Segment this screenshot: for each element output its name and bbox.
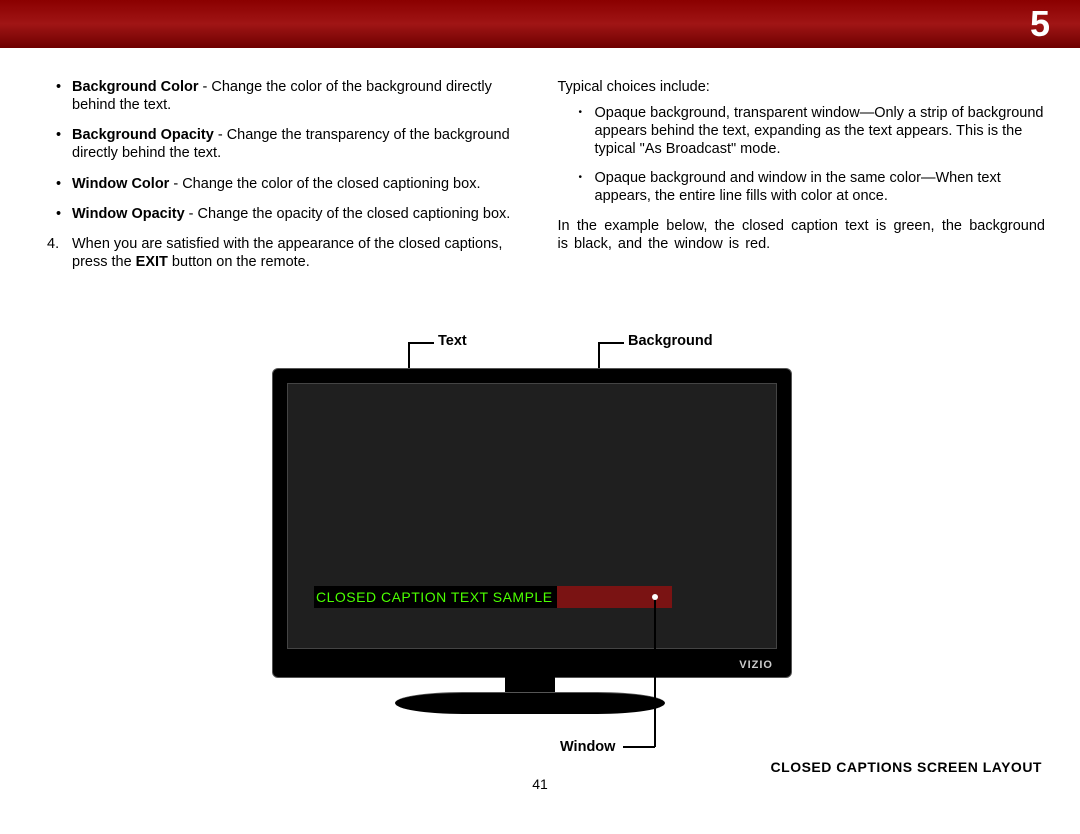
label-window: Window xyxy=(560,739,655,755)
chapter-number: 5 xyxy=(1030,3,1050,45)
typical-intro: Typical choices include: xyxy=(558,78,1046,96)
leader-bar-icon xyxy=(408,342,434,344)
exit-button-label: EXIT xyxy=(136,254,168,270)
header-bar: 5 xyxy=(0,0,1080,48)
tv-stand-base xyxy=(395,692,665,714)
tv-frame: VIZIO xyxy=(272,368,792,678)
list-item: Window Color - Change the color of the c… xyxy=(72,175,523,193)
step-list: When you are satisfied with the appearan… xyxy=(35,235,523,271)
figure-caption: CLOSED CAPTIONS SCREEN LAYOUT xyxy=(771,759,1042,775)
label-text-value: Text xyxy=(438,333,467,349)
label-background-value: Background xyxy=(628,333,713,349)
leader-bar-icon xyxy=(598,342,624,344)
step-4: When you are satisfied with the appearan… xyxy=(72,235,523,271)
label-background: Background xyxy=(628,333,713,349)
list-item: Background Opacity - Change the transpar… xyxy=(72,126,523,162)
desc: - Change the opacity of the closed capti… xyxy=(185,206,511,222)
example-paragraph: In the example below, the closed caption… xyxy=(558,217,1046,253)
tv-brand-logo: VIZIO xyxy=(739,659,773,671)
list-item: Opaque background, transparent window—On… xyxy=(595,104,1046,158)
term: Background Opacity xyxy=(72,127,214,143)
list-item: Background Color - Change the color of t… xyxy=(72,78,523,114)
caption-sample-text: CLOSED CAPTION TEXT SAMPLE xyxy=(316,589,553,605)
choices-list: Opaque background, transparent window—On… xyxy=(558,104,1046,205)
step-text-suffix: button on the remote. xyxy=(168,254,310,270)
list-item: Opaque background and window in the same… xyxy=(595,169,1046,205)
label-window-value: Window xyxy=(560,739,615,755)
label-text: Text xyxy=(438,333,467,349)
left-column: Background Color - Change the color of t… xyxy=(35,78,523,271)
options-list: Background Color - Change the color of t… xyxy=(35,78,523,223)
term: Background Color xyxy=(72,79,198,95)
leader-bar-icon xyxy=(623,746,655,748)
leader-line-window xyxy=(654,597,656,747)
right-column: Typical choices include: Opaque backgrou… xyxy=(558,78,1046,271)
tv-screen xyxy=(287,383,777,649)
tv-illustration: Text Background VIZIO CLOSED CAPTION TEX… xyxy=(0,328,1080,798)
page-number: 41 xyxy=(532,776,548,792)
caption-background: CLOSED CAPTION TEXT SAMPLE xyxy=(314,586,557,608)
content-columns: Background Color - Change the color of t… xyxy=(0,48,1080,271)
desc: - Change the color of the closed caption… xyxy=(169,176,480,192)
leader-dot-icon xyxy=(652,594,658,600)
list-item: Window Opacity - Change the opacity of t… xyxy=(72,205,523,223)
term: Window Color xyxy=(72,176,169,192)
term: Window Opacity xyxy=(72,206,185,222)
